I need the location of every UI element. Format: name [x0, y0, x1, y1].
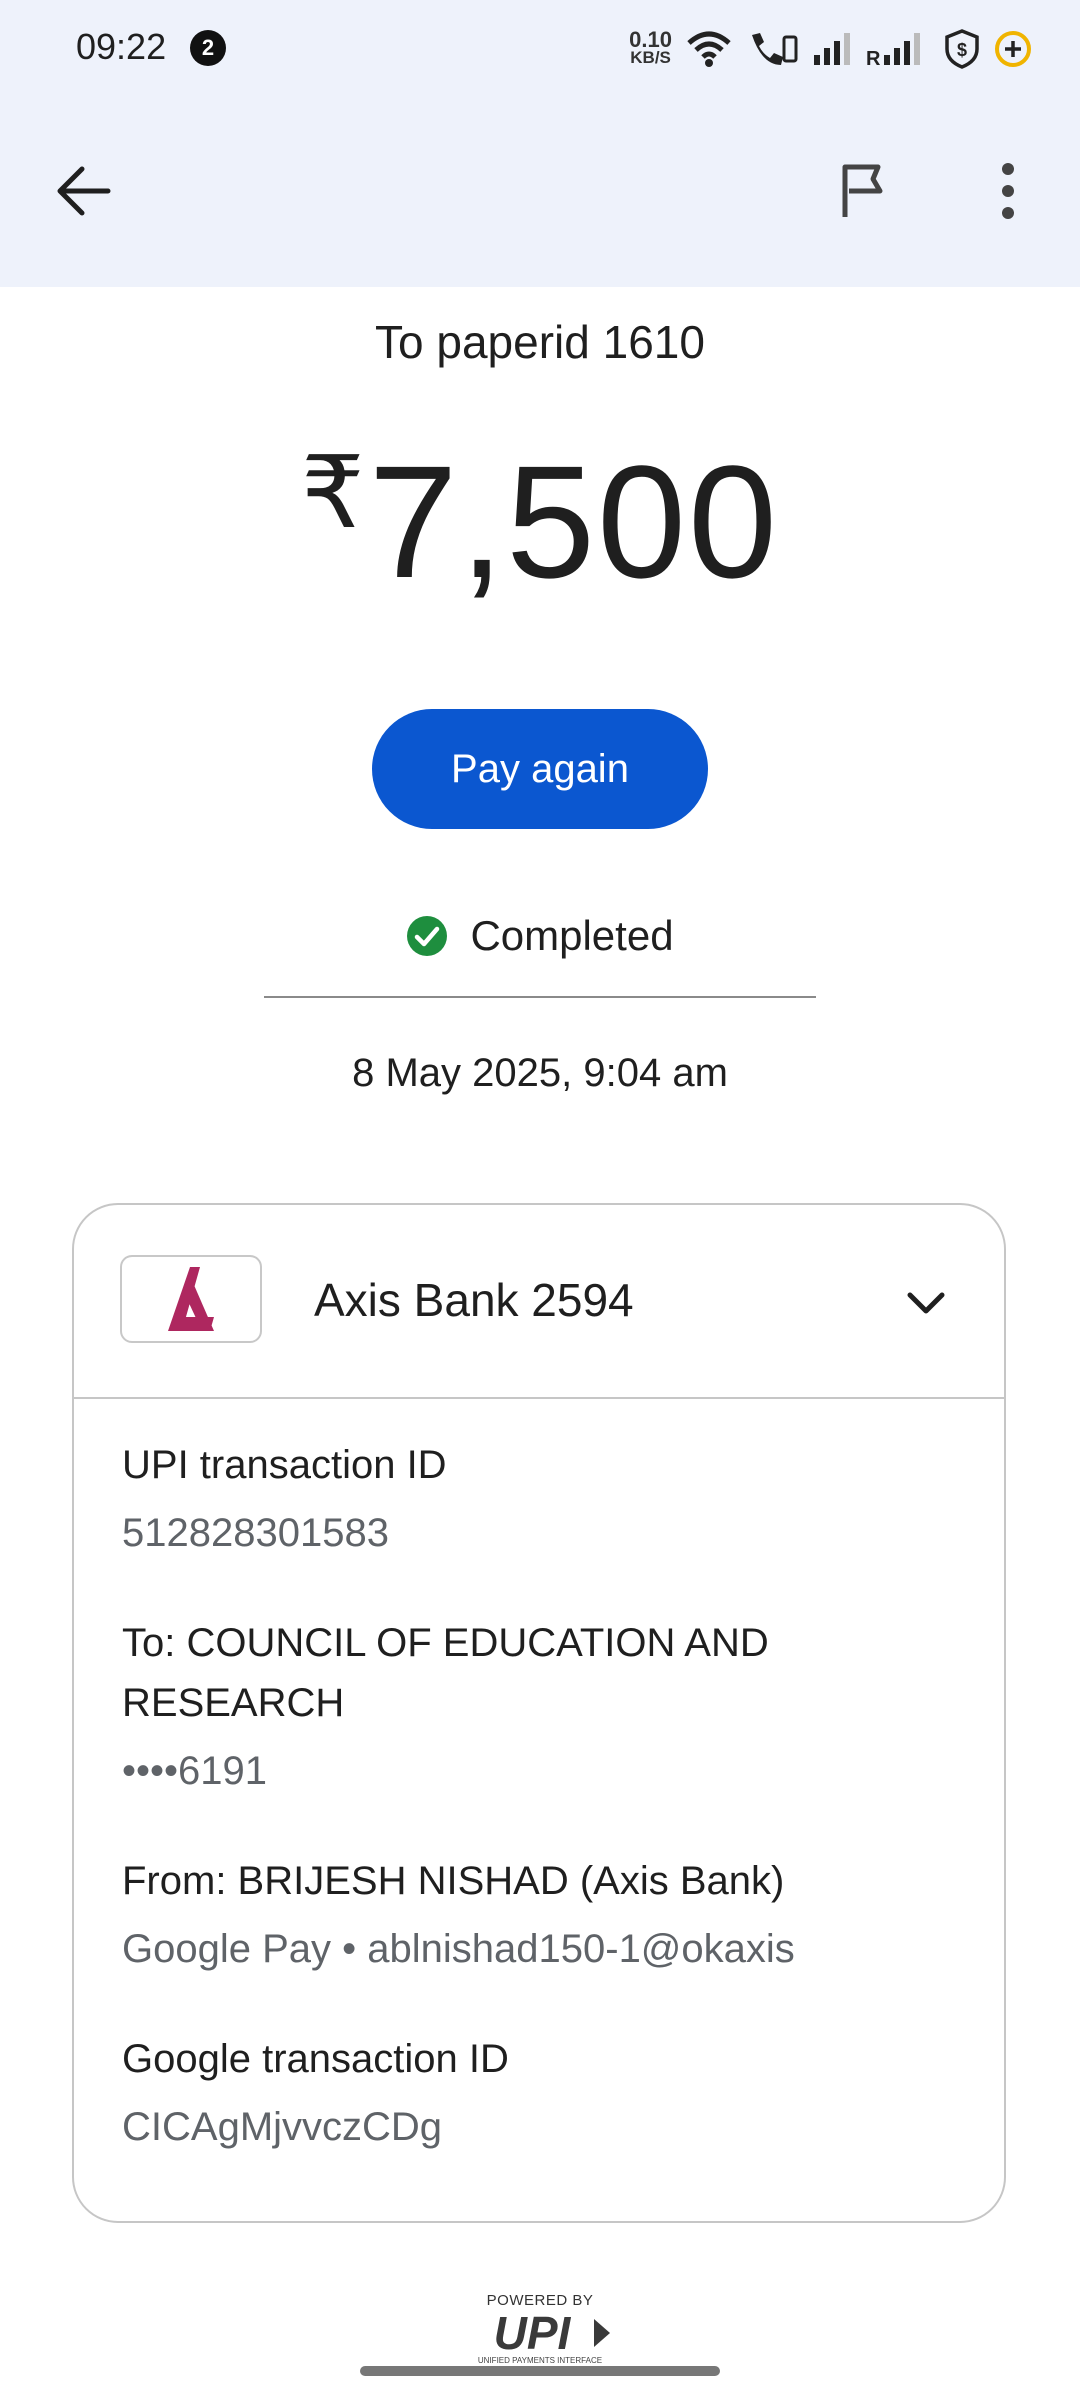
payee-details: To: COUNCIL OF EDUCATION AND RESEARCH ••…	[122, 1613, 962, 1801]
signal-strength-icon	[814, 33, 850, 65]
powered-by-label: POWERED BY	[486, 2292, 594, 2309]
payer-details: From: BRIJESH NISHAD (Axis Bank) Google …	[122, 1851, 962, 1979]
upi-transaction-id: UPI transaction ID 512828301583	[122, 1435, 962, 1563]
battery-saver-icon	[995, 31, 1031, 67]
report-button[interactable]	[828, 155, 900, 227]
payee-label: To: COUNCIL OF EDUCATION AND RESEARCH	[122, 1621, 769, 1725]
payer-upi-id: Google Pay • ablnishad150-1@okaxis	[122, 1927, 795, 1971]
google-id-label: Google transaction ID	[122, 2037, 509, 2081]
status-label: Completed	[470, 912, 674, 959]
notification-badge: 2	[190, 30, 226, 66]
pay-again-button[interactable]: Pay again	[372, 709, 708, 829]
upi-logo-text: UPI	[494, 2309, 572, 2359]
more-vert-icon	[1002, 163, 1014, 219]
upi-id-label: UPI transaction ID	[122, 1443, 447, 1487]
details-list: UPI transaction ID 512828301583 To: COUN…	[122, 1435, 962, 2207]
bank-account-name: Axis Bank 2594	[314, 1274, 634, 1326]
wifi-icon	[687, 31, 731, 67]
network-speed-value: 0.10	[629, 27, 672, 52]
back-arrow-icon	[57, 166, 111, 216]
currency-symbol: ₹	[300, 437, 365, 549]
transaction-datetime: 8 May 2025, 9:04 am	[352, 1051, 728, 1095]
bank-account-row[interactable]: Axis Bank 2594	[74, 1205, 1004, 1399]
payment-status: Completed	[0, 912, 1080, 960]
back-button[interactable]	[48, 155, 120, 227]
recipient-title: To paperid 1610	[375, 316, 705, 368]
app-bar: 09:22 2 0.10 KB/S R $	[0, 0, 1080, 287]
gesture-home-bar[interactable]	[360, 2366, 720, 2376]
payment-amount: ₹7,500	[0, 430, 1080, 614]
more-options-button[interactable]	[972, 155, 1044, 227]
upi-id-value[interactable]: 512828301583	[122, 1503, 962, 1563]
chevron-down-icon[interactable]	[896, 1273, 956, 1333]
svg-text:$: $	[957, 40, 967, 60]
security-shield-icon: $	[945, 29, 979, 69]
upi-subtext: UNIFIED PAYMENTS INTERFACE	[478, 2356, 602, 2365]
bank-logo	[120, 1255, 262, 1343]
network-speed-unit: KB/S	[630, 48, 671, 67]
roaming-signal-icon: R	[866, 33, 920, 67]
check-circle-icon	[407, 916, 448, 956]
wifi-calling-icon	[752, 33, 798, 65]
payee-account: ••••6191	[122, 1749, 267, 1793]
status-divider	[264, 996, 816, 998]
axis-bank-logo-icon	[168, 1267, 214, 1331]
google-transaction-id: Google transaction ID CICAgMjvvczCDg	[122, 2029, 962, 2157]
svg-text:R: R	[866, 48, 881, 67]
transaction-details-card: Axis Bank 2594 UPI transaction ID 512828…	[72, 1203, 1006, 2223]
upi-logo: POWERED BY UPI UNIFIED PAYMENTS INTERFAC…	[460, 2292, 620, 2374]
flag-icon	[842, 164, 883, 217]
status-icons: 0.10 KB/S R $	[629, 24, 1032, 74]
amount-value: 7,500	[368, 432, 779, 611]
network-speed: 0.10 KB/S	[629, 27, 672, 67]
status-time: 09:22	[76, 26, 167, 67]
upi-brand-logo: UPI UNIFIED PAYMENTS INTERFACE	[478, 2307, 610, 2365]
google-id-value[interactable]: CICAgMjvvczCDg	[122, 2097, 962, 2157]
payer-label: From: BRIJESH NISHAD (Axis Bank)	[122, 1859, 785, 1903]
